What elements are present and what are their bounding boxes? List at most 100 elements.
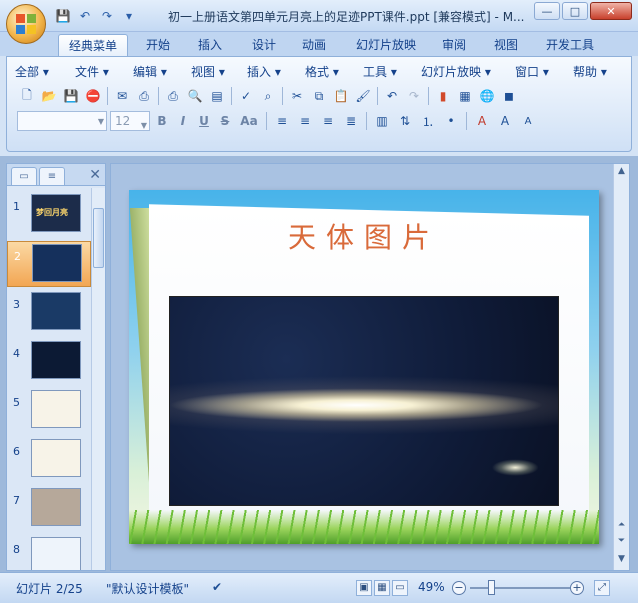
save-icon[interactable]: 💾 [61,86,81,106]
slide-thumbnail[interactable]: 3 [7,290,91,336]
tab-design[interactable]: 设计 [244,34,284,56]
font-name-select[interactable]: ▼ [17,111,107,131]
slide-scrollbar[interactable]: ▲ ⏶ ⏷ ▼ [613,164,629,570]
underline-button[interactable]: U [195,112,213,130]
pdf-icon[interactable]: ⎙ [134,86,154,106]
slide-thumbnail[interactable]: 5 [7,388,91,434]
slide-thumbnail[interactable]: 8 [7,535,91,570]
text-shadow-button[interactable]: Aa [237,112,261,130]
bold-button[interactable]: B [153,112,171,130]
align-right-icon[interactable]: ≡ [318,111,338,131]
zoom-slider-thumb[interactable] [488,580,495,595]
undo-icon[interactable]: ↶ [382,86,402,106]
italic-button[interactable]: I [174,112,192,130]
menu-slideshow[interactable]: 幻灯片放映 ▾ [421,63,515,81]
tab-view[interactable]: 视图 [486,34,526,56]
slide-thumbnail-image[interactable]: 梦回月亮 [31,194,81,232]
permission-icon[interactable]: ⛔ [83,86,103,106]
slide-thumbnail-image[interactable] [31,341,81,379]
zoom-in-icon[interactable]: + [570,581,584,595]
align-center-icon[interactable]: ≡ [295,111,315,131]
grow-font-icon[interactable]: A [495,111,515,131]
cut-icon[interactable]: ✂ [287,86,307,106]
email-icon[interactable]: ✉ [112,86,132,106]
milky-way-image[interactable] [169,296,559,506]
strikethrough-button[interactable]: S [216,112,234,130]
spellcheck-icon[interactable]: ✔ [212,580,222,594]
menu-window[interactable]: 窗口 ▾ [515,63,573,81]
tab-slides[interactable]: ▭ [11,167,37,185]
office-button[interactable] [6,4,46,44]
font-color-icon[interactable]: A [472,111,492,131]
tab-classic-menu[interactable]: 经典菜单 [58,34,128,56]
columns-icon[interactable]: ▥ [372,111,392,131]
tab-animation[interactable]: 动画 [294,34,334,56]
new-file-icon[interactable]: 🗋 [17,86,37,106]
save-icon[interactable]: 💾 [54,8,72,24]
slide-thumbnail-image[interactable] [32,244,82,282]
slide-thumbnail[interactable]: 6 [7,437,91,483]
slide-thumbnail[interactable]: 7 [7,486,91,532]
zoom-out-icon[interactable]: − [452,581,466,595]
slide-title[interactable]: 天体图片 [129,216,599,256]
previous-slide-icon[interactable]: ⏶ [616,520,627,530]
close-pane-icon[interactable]: ✕ [89,167,101,183]
copy-icon[interactable]: ⧉ [309,86,329,106]
normal-view-icon[interactable]: ▣ [356,580,372,596]
format-painter-icon[interactable]: 🖌 [353,86,373,106]
font-size-select[interactable]: 12 ▼ [110,111,150,131]
tab-slideshow[interactable]: 幻灯片放映 [346,34,426,56]
close-button[interactable]: ✕ [590,2,632,20]
slide-thumbnail-image[interactable] [31,488,81,526]
align-left-icon[interactable]: ≡ [272,111,292,131]
fit-to-window-icon[interactable]: ⤢ [594,580,610,596]
justify-icon[interactable]: ≣ [341,111,361,131]
current-slide[interactable]: 天体图片 [129,190,599,544]
menu-tools[interactable]: 工具 ▾ [363,63,421,81]
thumbnail-scrollbar[interactable] [91,188,105,570]
menu-file[interactable]: 文件 ▾ [75,63,133,81]
slide-sorter-icon[interactable]: ▦ [374,580,390,596]
zoom-level[interactable]: 49% [418,580,445,594]
tab-review[interactable]: 审阅 [434,34,474,56]
menu-all[interactable]: 全部 ▾ [15,63,75,81]
text-direction-icon[interactable]: ⇅ [395,111,415,131]
slide-thumbnail[interactable]: 2 [7,241,91,287]
print-icon[interactable]: ⎙ [163,86,183,106]
bullets-icon[interactable]: • [441,111,461,131]
tab-home[interactable]: 开始 [138,34,178,56]
tab-developer[interactable]: 开发工具 [538,34,602,56]
spelling-icon[interactable]: ✓ [236,86,256,106]
redo-icon[interactable]: ↷ [98,8,116,24]
table-icon[interactable]: ▦ [455,86,475,106]
menu-help[interactable]: 帮助 ▾ [573,63,623,81]
shrink-font-icon[interactable]: A [518,111,538,131]
minimize-button[interactable]: — [534,2,560,20]
tab-insert[interactable]: 插入 [190,34,230,56]
menu-edit[interactable]: 编辑 ▾ [133,63,191,81]
hyperlink-icon[interactable]: 🌐 [477,86,497,106]
paste-icon[interactable]: 📋 [331,86,351,106]
slide-thumbnail-image[interactable] [31,390,81,428]
redo-icon[interactable]: ↷ [404,86,424,106]
menu-view[interactable]: 视图 ▾ [191,63,247,81]
scroll-down-icon[interactable]: ▼ [616,554,627,564]
scroll-thumb[interactable] [93,208,104,268]
slide-thumbnail-image[interactable] [31,292,81,330]
research-icon[interactable]: ⌕ [258,86,278,106]
numbering-icon[interactable]: ⒈ [418,111,438,131]
page-setup-icon[interactable]: ▤ [207,86,227,106]
maximize-button[interactable]: □ [562,2,588,20]
customize-qat-icon[interactable]: ▾ [120,8,138,24]
zoom-slider-track[interactable] [470,587,570,589]
print-preview-icon[interactable]: 🔍 [185,86,205,106]
scroll-up-icon[interactable]: ▲ [616,166,627,176]
slide-thumbnail[interactable]: 4 [7,339,91,385]
next-slide-icon[interactable]: ⏷ [616,536,627,546]
slideshow-view-icon[interactable]: ▭ [392,580,408,596]
chart-icon[interactable]: ▮ [433,86,453,106]
open-folder-icon[interactable]: 📂 [39,86,59,106]
color-grayscale-icon[interactable]: ◼ [499,86,519,106]
slide-thumbnail-image[interactable] [31,439,81,477]
menu-insert[interactable]: 插入 ▾ [247,63,305,81]
